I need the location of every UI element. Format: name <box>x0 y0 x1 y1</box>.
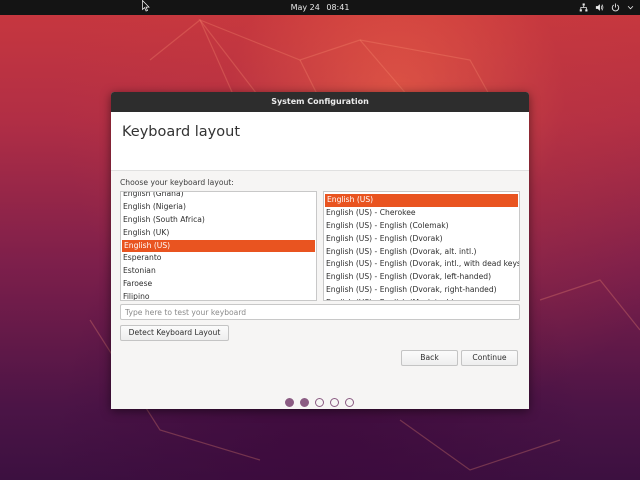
variant-list-item[interactable]: English (US) - Cherokee <box>324 207 519 220</box>
keyboard-layout-list[interactable]: English (Ghana) English (Nigeria) English … <box>120 191 317 301</box>
variant-list-item[interactable]: English (US) - English (Macintosh) <box>324 297 519 300</box>
time-text: 08:41 <box>326 3 350 12</box>
keyboard-variant-list[interactable]: English (US) English (US) - Cherokee Engli… <box>323 191 520 301</box>
progress-dot <box>285 398 294 407</box>
progress-dot <box>300 398 309 407</box>
window-body: Keyboard layout Choose your keyboard lay… <box>111 112 529 409</box>
variant-list-item[interactable]: English (US) - English (Dvorak, left-han… <box>324 271 519 284</box>
network-icon <box>579 3 588 12</box>
variant-list-item[interactable]: English (US) <box>325 194 518 207</box>
layout-list-item[interactable]: English (Ghana) <box>121 192 316 201</box>
system-configuration-window: System Configuration Keyboard layout Cho… <box>111 92 529 409</box>
window-title[interactable]: System Configuration <box>111 92 529 112</box>
layout-list-item[interactable]: Faroese <box>121 278 316 291</box>
variant-list-item[interactable]: English (US) - English (Dvorak, right-ha… <box>324 284 519 297</box>
date-text: May 24 <box>290 3 320 12</box>
variant-list-item[interactable]: English (US) - English (Dvorak, alt. int… <box>324 246 519 259</box>
page-title: Keyboard layout <box>122 124 241 140</box>
chevron-down-icon <box>627 5 634 10</box>
layout-list-item[interactable]: Esperanto <box>121 252 316 265</box>
progress-dot <box>330 398 339 407</box>
progress-dot <box>315 398 324 407</box>
layout-list-item[interactable]: English (US) <box>122 239 315 253</box>
layout-list-item[interactable]: Estonian <box>121 265 316 278</box>
layout-list-item[interactable]: Filipino <box>121 291 316 300</box>
variant-list-item[interactable]: English (US) - English (Dvorak, intl., w… <box>324 258 519 271</box>
power-icon <box>611 3 620 12</box>
progress-dot <box>345 398 354 407</box>
mouse-pointer-icon <box>142 0 150 12</box>
variant-list-item[interactable]: English (US) - English (Colemak) <box>324 220 519 233</box>
detect-keyboard-layout-button[interactable]: Detect Keyboard Layout <box>120 325 229 341</box>
system-tray[interactable] <box>579 0 634 15</box>
layout-list-item[interactable]: English (UK) <box>121 227 316 240</box>
continue-button[interactable]: Continue <box>461 350 518 366</box>
volume-icon <box>595 4 604 11</box>
layout-prompt: Choose your keyboard layout: <box>120 178 234 187</box>
layout-list-item[interactable]: English (South Africa) <box>121 214 316 227</box>
variant-list-item[interactable]: English (US) - English (Dvorak) <box>324 233 519 246</box>
clock[interactable]: May 24 08:41 <box>0 0 640 15</box>
keyboard-test-input[interactable] <box>120 304 520 320</box>
layout-list-item[interactable]: English (Nigeria) <box>121 201 316 214</box>
back-button[interactable]: Back <box>401 350 458 366</box>
top-bar: May 24 08:41 <box>0 0 640 15</box>
progress-dots <box>285 398 354 407</box>
